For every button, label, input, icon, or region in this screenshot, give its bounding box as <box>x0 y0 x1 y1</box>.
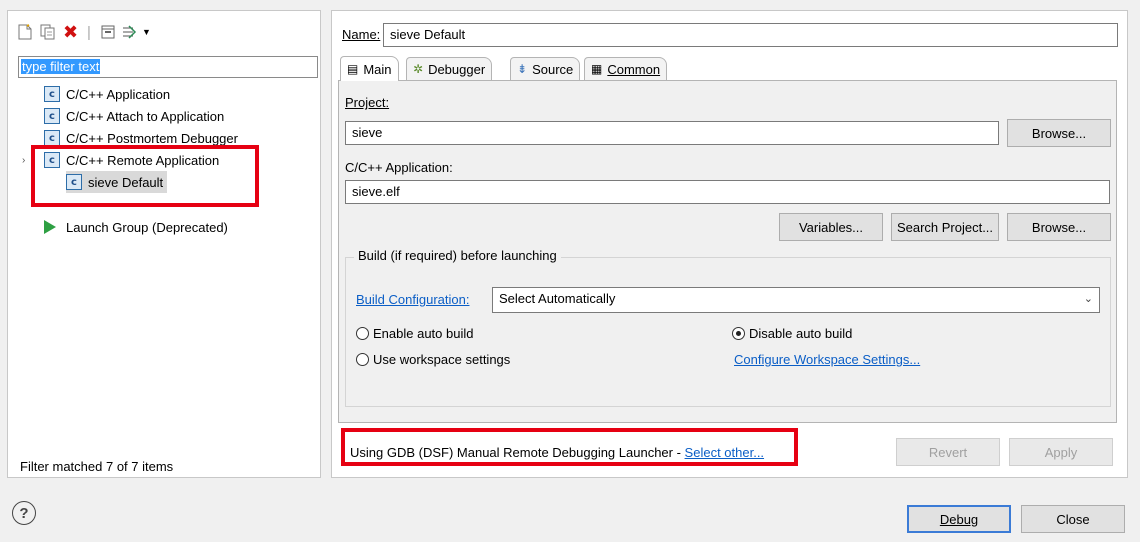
radio-label: Enable auto build <box>373 326 474 341</box>
tree-item-c-application[interactable]: c C/C++ Application <box>44 83 170 105</box>
main-tab-icon: ▤ <box>347 62 359 76</box>
tab-debugger[interactable]: ✲ Debugger <box>406 57 493 80</box>
tree-item-c-remote[interactable]: › c C/C++ Remote Application <box>22 149 219 171</box>
radio-off-icon <box>356 327 369 340</box>
button-label: Close <box>1056 511 1090 527</box>
delete-icon[interactable]: ✖ <box>63 22 78 42</box>
enable-auto-build-radio[interactable]: Enable auto build <box>356 326 473 341</box>
name-label: Name: <box>342 27 381 42</box>
apply-button[interactable]: Apply <box>1009 438 1113 466</box>
app-browse-button[interactable]: Browse... <box>1007 213 1111 241</box>
launch-group-icon <box>44 220 56 234</box>
toolbar-separator: | <box>87 23 91 41</box>
c-config-icon: c <box>66 174 82 190</box>
tab-common[interactable]: ▦ Common <box>584 57 668 80</box>
filter-placeholder-text: type filter text <box>21 59 101 74</box>
radio-off-icon <box>356 353 369 366</box>
build-config-link[interactable]: Build Configuration: <box>356 292 469 307</box>
radio-label: Disable auto build <box>749 326 853 341</box>
close-button[interactable]: Close <box>1021 505 1125 533</box>
tab-label: Common <box>607 61 661 77</box>
build-config-select[interactable]: Select Automatically ⌄ <box>492 287 1100 313</box>
launch-config-list-panel: ✖ | ▼ type filter text c C/C++ Applicati… <box>7 10 321 478</box>
name-value: sieve Default <box>390 27 466 42</box>
tab-source[interactable]: ⇟ Source <box>510 57 581 80</box>
button-label: Browse... <box>1031 125 1087 141</box>
project-label: Project: <box>345 95 390 110</box>
variables-button[interactable]: Variables... <box>779 213 883 241</box>
duplicate-icon[interactable] <box>40 23 56 41</box>
c-config-icon: c <box>44 152 60 168</box>
main-tab-body: Project: sieve Browse... C/C++ Applicati… <box>338 80 1117 423</box>
c-config-icon: c <box>44 130 60 146</box>
build-config-value: Select Automatically <box>499 291 616 306</box>
debugger-bug-icon: ✲ <box>413 62 424 76</box>
tree-item-label: C/C++ Postmortem Debugger <box>66 130 238 146</box>
tree-item-c-attach[interactable]: c C/C++ Attach to Application <box>44 105 224 127</box>
tree-item-launch-group[interactable]: Launch Group (Deprecated) <box>44 216 228 238</box>
app-label: C/C++ Application: <box>345 160 453 175</box>
c-config-icon: c <box>44 108 60 124</box>
c-config-icon: c <box>44 86 60 102</box>
button-label: Apply <box>1044 444 1078 460</box>
config-editor-panel: Name: sieve Default ▤ Main ✲ Debugger ⇟ … <box>331 10 1128 478</box>
tab-label: Debugger <box>428 61 486 77</box>
launcher-text: Using GDB (DSF) Manual Remote Debugging … <box>350 445 685 460</box>
tree-item-label: sieve Default <box>88 174 164 190</box>
source-icon: ⇟ <box>517 62 528 76</box>
dropdown-arrow-icon[interactable]: ▼ <box>142 23 151 41</box>
revert-button[interactable]: Revert <box>896 438 1000 466</box>
search-project-button[interactable]: Search Project... <box>891 213 999 241</box>
tab-label: Source <box>532 61 574 77</box>
app-field[interactable]: sieve.elf <box>345 180 1110 204</box>
button-label: Variables... <box>798 219 864 235</box>
tree-item-label: C/C++ Attach to Application <box>66 108 225 124</box>
tree-item-label: C/C++ Application <box>66 86 171 102</box>
filter-icon[interactable] <box>121 23 139 41</box>
project-field[interactable]: sieve <box>345 121 999 145</box>
button-label: Debug <box>939 511 979 527</box>
use-workspace-radio[interactable]: Use workspace settings <box>356 352 510 367</box>
help-icon[interactable]: ? <box>12 501 36 525</box>
collapse-all-icon[interactable] <box>100 23 116 41</box>
app-value: sieve.elf <box>352 184 400 199</box>
filter-input[interactable]: type filter text <box>18 56 318 78</box>
configure-workspace-link[interactable]: Configure Workspace Settings... <box>734 352 920 367</box>
chevron-down-icon: ⌄ <box>1083 293 1093 305</box>
tree-item-c-postmortem[interactable]: c C/C++ Postmortem Debugger <box>44 127 238 149</box>
project-value: sieve <box>352 125 383 140</box>
radio-label: Use workspace settings <box>373 352 511 367</box>
button-label: Revert <box>928 444 968 460</box>
disable-auto-build-radio[interactable]: Disable auto build <box>732 326 852 341</box>
tab-main[interactable]: ▤ Main <box>340 56 399 81</box>
tree-item-sieve-default[interactable]: c sieve Default <box>66 171 168 193</box>
common-icon: ▦ <box>591 62 603 76</box>
name-field[interactable]: sieve Default <box>383 23 1118 47</box>
build-group-title: Build (if required) before launching <box>354 248 561 263</box>
build-group: Build (if required) before launching Bui… <box>345 248 1111 407</box>
button-label: Browse... <box>1031 219 1087 235</box>
tree-item-label: C/C++ Remote Application <box>66 152 220 168</box>
project-browse-button[interactable]: Browse... <box>1007 119 1111 147</box>
launcher-info: Using GDB (DSF) Manual Remote Debugging … <box>350 445 764 460</box>
radio-on-icon <box>732 327 745 340</box>
select-other-link[interactable]: Select other... <box>685 445 765 460</box>
expand-chevron-icon[interactable]: › <box>22 155 34 166</box>
button-label: Search Project... <box>896 219 994 235</box>
new-config-icon[interactable] <box>18 23 32 41</box>
tab-label: Main <box>363 61 392 77</box>
filter-status-text: Filter matched 7 of 7 items <box>20 459 174 474</box>
tree-item-label: Launch Group (Deprecated) <box>66 219 228 235</box>
debug-button[interactable]: Debug <box>907 505 1011 533</box>
